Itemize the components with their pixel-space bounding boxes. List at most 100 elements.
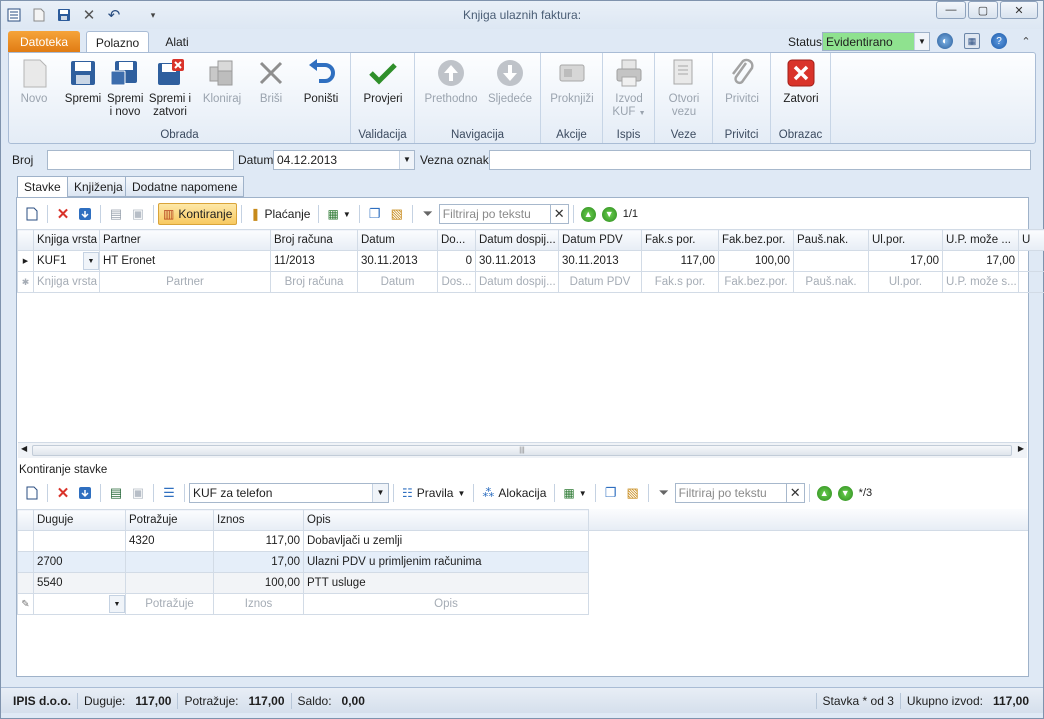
col-u[interactable]: U <box>1018 229 1044 251</box>
new-datum[interactable]: Datum <box>357 271 438 293</box>
novo-button[interactable]: Novo <box>15 57 53 106</box>
col-dos[interactable]: Do... <box>437 229 476 251</box>
kontiranje-button[interactable]: ▥ Kontiranje <box>158 203 238 225</box>
broj-input[interactable] <box>47 150 234 170</box>
status-dropdown[interactable]: Evidentirano ▼ <box>822 32 930 51</box>
table-row[interactable]: 4320 117,00 Dobavljači u zemlji <box>17 530 589 552</box>
kloniraj-button[interactable]: Kloniraj <box>201 57 243 106</box>
new-fak-s-por[interactable]: Fak.s por. <box>641 271 719 293</box>
new-fak-bez-por[interactable]: Fak.bez.por. <box>718 271 794 293</box>
cell-datum-dospijeca[interactable]: 30.11.2013 <box>475 250 559 272</box>
new-dos[interactable]: Dos... <box>437 271 476 293</box>
table-row[interactable]: 5540 100,00 PTT usluge <box>17 572 589 594</box>
print-icon[interactable]: ▤ <box>105 203 127 225</box>
kontiranje-filter-input[interactable]: Filtriraj po tekstu ✕ <box>674 483 805 503</box>
new-partner[interactable]: Partner <box>99 271 271 293</box>
cell-potrazuje[interactable] <box>125 572 214 594</box>
minimize-button[interactable]: — <box>936 1 966 19</box>
new-row[interactable]: ✎ ▼ Potražuje Iznos Opis <box>17 593 589 615</box>
col-iznos[interactable]: Iznos <box>213 509 304 531</box>
provjeri-button[interactable]: Provjeri <box>359 57 407 106</box>
new-u[interactable] <box>1018 271 1044 293</box>
cell-iznos[interactable]: 100,00 <box>213 572 304 594</box>
col-up-moze[interactable]: U.P. može ... <box>942 229 1019 251</box>
spremi-button[interactable]: Spremi <box>63 57 103 106</box>
page-icon[interactable]: ▣ <box>127 482 149 504</box>
window-close-button[interactable]: ✕ <box>1000 1 1038 19</box>
tab-datoteka[interactable]: Datoteka <box>8 31 80 53</box>
sljedece-button[interactable]: Sljedeće <box>487 57 533 106</box>
cell-potrazuje[interactable]: 4320 <box>125 530 214 552</box>
prethodno-button[interactable]: Prethodno <box>423 57 479 106</box>
datum-input[interactable]: 04.12.2013 ▼ <box>273 150 415 170</box>
clear-filter-icon[interactable]: ✕ <box>785 484 804 502</box>
col-opis[interactable]: Opis <box>303 509 589 531</box>
new-duguje[interactable]: ▼ <box>33 593 126 615</box>
new-iznos[interactable]: Iznos <box>213 593 304 615</box>
cell-opis[interactable]: Dobavljači u zemlji <box>303 530 589 552</box>
cell-datum[interactable]: 30.11.2013 <box>357 250 438 272</box>
col-potrazuje[interactable]: Potražuje <box>125 509 214 531</box>
cell-opis[interactable]: Ulazni PDV u primljenim računima <box>303 551 589 573</box>
chevron-down-icon[interactable]: ▼ <box>83 252 99 270</box>
page-icon[interactable]: ▣ <box>127 203 149 225</box>
new-knjiga-vrsta[interactable]: Knjiga vrsta <box>33 271 100 293</box>
new-potrazuje[interactable]: Potražuje <box>125 593 214 615</box>
scroll-left-icon[interactable]: ◀ <box>21 444 27 453</box>
maximize-button[interactable]: ▢ <box>968 1 998 19</box>
globe-icon[interactable]: ◐ <box>937 33 953 49</box>
cell-partner[interactable]: HT Eronet <box>99 250 271 272</box>
calculator-icon[interactable]: ▦ <box>964 33 980 49</box>
col-fak-bez-por[interactable]: Fak.bez.por. <box>718 229 794 251</box>
save-row-icon[interactable] <box>74 482 96 504</box>
col-datum-dospijeca[interactable]: Datum dospij... <box>475 229 559 251</box>
vezna-oznaka-input[interactable] <box>489 150 1031 170</box>
tab-stavke[interactable]: Stavke <box>17 176 68 198</box>
tab-knjizenja[interactable]: Knjiženja <box>67 176 130 197</box>
col-knjiga-vrsta[interactable]: Knjiga vrsta <box>33 229 100 251</box>
paste-icon[interactable]: ▧ <box>386 203 408 225</box>
izvod-kuf-button[interactable]: Izvod KUF ▼ <box>607 57 651 120</box>
cell-duguje[interactable] <box>33 530 126 552</box>
col-broj-racuna[interactable]: Broj računa <box>270 229 358 251</box>
kontiranje-template-select[interactable]: KUF za telefon ▼ <box>189 483 389 503</box>
copy-icon[interactable]: ❐ <box>600 482 622 504</box>
cell-fak-bez-por[interactable]: 100,00 <box>718 250 794 272</box>
cell-iznos[interactable]: 17,00 <box>213 551 304 573</box>
alokacija-button[interactable]: ⁂ Alokacija <box>478 482 550 504</box>
table-row[interactable]: ▶ KUF1 ▼ HT Eronet 11/2013 30.11.2013 0 3… <box>17 250 1044 272</box>
tab-dodatne-napomene[interactable]: Dodatne napomene <box>125 176 245 197</box>
cell-potrazuje[interactable] <box>125 551 214 573</box>
new-datum-pdv[interactable]: Datum PDV <box>558 271 642 293</box>
paste-icon[interactable]: ▧ <box>622 482 644 504</box>
new-datum-dospijeca[interactable]: Datum dospij... <box>475 271 559 293</box>
previous-icon[interactable]: ▲ <box>580 206 596 222</box>
proknjizi-button[interactable]: Proknjiži <box>547 57 597 106</box>
chevron-down-icon[interactable]: ▼ <box>372 484 388 502</box>
export-excel-button[interactable]: ▦ ▼ <box>559 482 590 504</box>
chevron-down-icon[interactable]: ▼ <box>399 151 414 169</box>
cell-ul-por[interactable]: 17,00 <box>868 250 943 272</box>
col-datum-pdv[interactable]: Datum PDV <box>558 229 642 251</box>
delete-icon[interactable]: ✕ <box>52 482 74 504</box>
chevron-down-icon[interactable]: ▼ <box>109 595 125 613</box>
zatvori-button[interactable]: Zatvori <box>777 57 825 106</box>
cell-up-moze[interactable]: 17,00 <box>942 250 1019 272</box>
filter-icon[interactable]: ⏷ <box>417 203 439 225</box>
col-fak-s-por[interactable]: Fak.s por. <box>641 229 719 251</box>
table-row[interactable]: 2700 17,00 Ulazni PDV u primljenim račun… <box>17 551 589 573</box>
cell-opis[interactable]: PTT usluge <box>303 572 589 594</box>
copy-icon[interactable]: ❐ <box>364 203 386 225</box>
tab-polazno[interactable]: Polazno <box>86 31 149 54</box>
col-paus-nak[interactable]: Pauš.nak. <box>793 229 869 251</box>
cell-u[interactable] <box>1018 250 1044 272</box>
list-settings-icon[interactable]: ☰ <box>158 482 180 504</box>
privitci-button[interactable]: Privitci <box>719 57 765 106</box>
export-excel-button[interactable]: ▦ ▼ <box>323 203 354 225</box>
col-ul-por[interactable]: Ul.por. <box>868 229 943 251</box>
cell-dos[interactable]: 0 <box>437 250 476 272</box>
print-icon[interactable]: ▤ <box>105 482 127 504</box>
new-up-moze[interactable]: U.P. može s... <box>942 271 1019 293</box>
new-row-icon[interactable] <box>21 482 43 504</box>
cell-fak-s-por[interactable]: 117,00 <box>641 250 719 272</box>
